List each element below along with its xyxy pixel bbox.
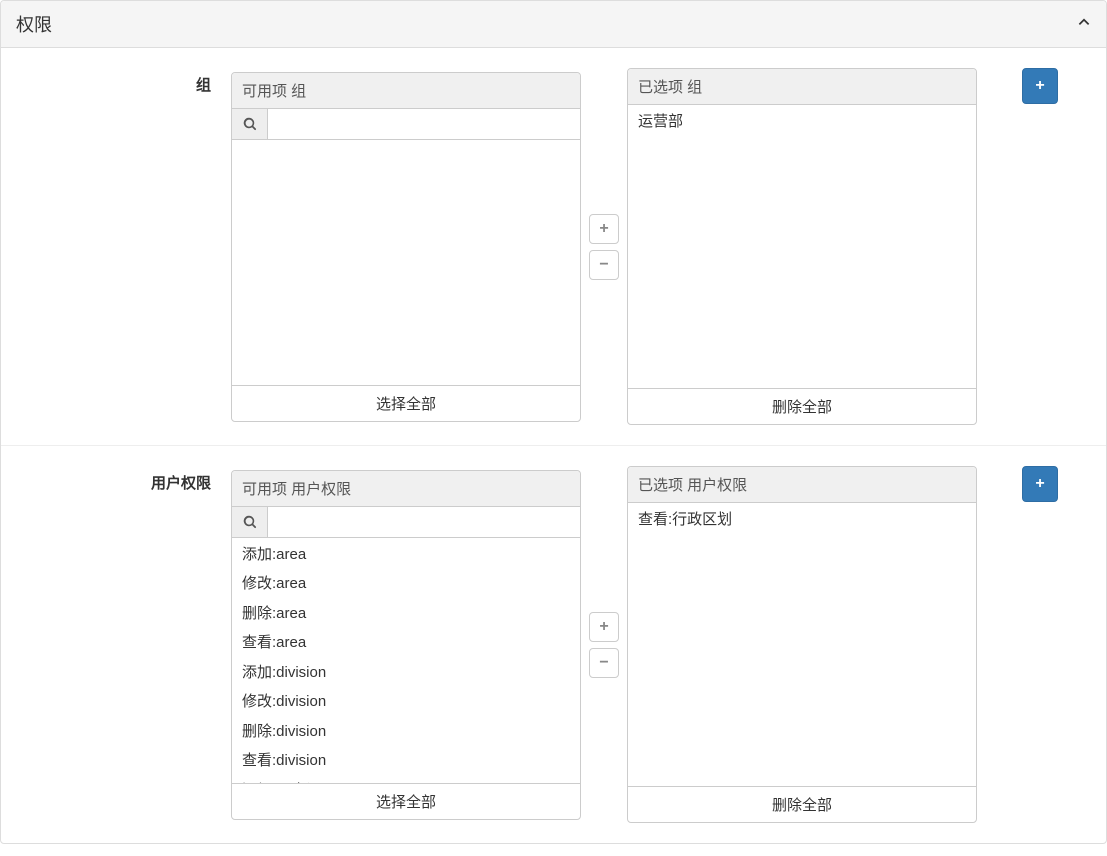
list-item[interactable]: 查看:area	[232, 628, 580, 658]
groups-available-header: 可用项 组	[232, 73, 580, 109]
list-item[interactable]: 查看:行政区划	[628, 505, 976, 535]
field-content-permissions: 可用项 用户权限 添加:area修改:area删除:area查看:area添加:…	[231, 466, 1091, 823]
groups-remove-button[interactable]: −	[589, 250, 619, 280]
permissions-remove-all-button[interactable]: 删除全部	[628, 786, 976, 822]
permissions-available-box: 可用项 用户权限 添加:area修改:area删除:area查看:area添加:…	[231, 470, 581, 820]
permissions-available-search-row	[232, 507, 580, 538]
permissions-middle-controls: + −	[581, 612, 627, 678]
plus-icon: +	[599, 618, 608, 636]
search-icon	[232, 507, 268, 537]
permissions-select-all-button[interactable]: 选择全部	[232, 783, 580, 819]
list-item[interactable]: 添加:division	[232, 658, 580, 688]
list-item[interactable]: 删除:division	[232, 717, 580, 747]
permissions-selected-header: 已选项 用户权限	[628, 467, 976, 503]
permissions-available-search-input[interactable]	[268, 507, 580, 537]
groups-middle-controls: + −	[581, 214, 627, 280]
list-item[interactable]: 运营部	[628, 107, 976, 137]
permissions-add-button[interactable]: +	[589, 612, 619, 642]
groups-select-all-button[interactable]: 选择全部	[232, 385, 580, 421]
groups-remove-all-button[interactable]: 删除全部	[628, 388, 976, 424]
groups-selected-box: 已选项 组 运营部 删除全部	[627, 68, 977, 425]
list-item[interactable]: 修改:division	[232, 687, 580, 717]
chevron-up-icon[interactable]	[1077, 15, 1091, 34]
groups-selected-header: 已选项 组	[628, 69, 976, 105]
groups-available-search-input[interactable]	[268, 109, 580, 139]
groups-dual-list: 可用项 组 选择全部 +	[231, 68, 977, 425]
panel-title: 权限	[16, 11, 52, 37]
list-item[interactable]: 查看:division	[232, 746, 580, 776]
plus-icon: +	[1035, 475, 1044, 493]
field-label-permissions: 用户权限	[16, 466, 231, 823]
permissions-available-list[interactable]: 添加:area修改:area删除:area查看:area添加:division修…	[232, 538, 580, 783]
groups-add-new-button[interactable]: +	[1022, 68, 1058, 104]
panel-header[interactable]: 权限	[1, 1, 1106, 48]
search-icon	[232, 109, 268, 139]
list-item[interactable]: 添加:area	[232, 540, 580, 570]
groups-add-button[interactable]: +	[589, 214, 619, 244]
permissions-available-header: 可用项 用户权限	[232, 471, 580, 507]
field-content-groups: 可用项 组 选择全部 +	[231, 68, 1091, 425]
permissions-dual-list: 可用项 用户权限 添加:area修改:area删除:area查看:area添加:…	[231, 466, 977, 823]
minus-icon: −	[599, 654, 608, 672]
list-item[interactable]: 修改:area	[232, 569, 580, 599]
groups-available-search-row	[232, 109, 580, 140]
field-label-groups: 组	[16, 68, 231, 425]
panel-body: 组 可用项 组 选择全部	[1, 48, 1106, 843]
groups-available-list[interactable]	[232, 140, 580, 385]
list-item[interactable]: 添加:日志记录	[232, 776, 580, 783]
permissions-panel: 权限 组 可用项 组	[0, 0, 1107, 844]
groups-available-box: 可用项 组 选择全部	[231, 72, 581, 422]
groups-selected-list[interactable]: 运营部	[628, 105, 976, 388]
permissions-selected-list[interactable]: 查看:行政区划	[628, 503, 976, 786]
permissions-add-new-button[interactable]: +	[1022, 466, 1058, 502]
permissions-selected-box: 已选项 用户权限 查看:行政区划 删除全部	[627, 466, 977, 823]
field-row-groups: 组 可用项 组 选择全部	[1, 48, 1106, 445]
field-row-permissions: 用户权限 可用项 用户权限 添加:area修改:area删除:area查看:ar…	[1, 445, 1106, 843]
plus-icon: +	[599, 220, 608, 238]
permissions-remove-button[interactable]: −	[589, 648, 619, 678]
plus-icon: +	[1035, 77, 1044, 95]
list-item[interactable]: 删除:area	[232, 599, 580, 629]
minus-icon: −	[599, 256, 608, 274]
